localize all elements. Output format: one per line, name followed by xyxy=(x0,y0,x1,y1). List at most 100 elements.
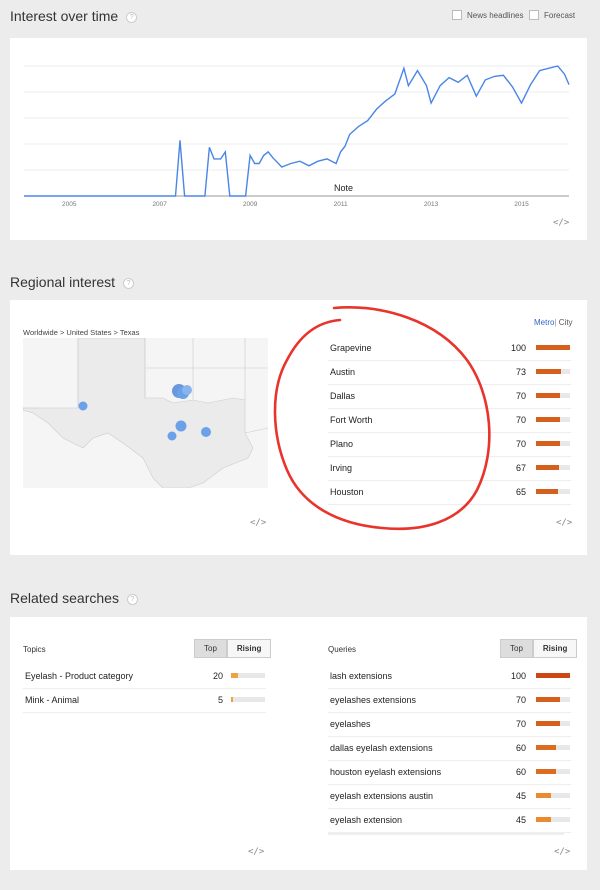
item-value: 70 xyxy=(515,719,526,729)
value-bar-fill xyxy=(536,673,570,678)
item-value: 45 xyxy=(515,791,526,801)
map-bubble xyxy=(201,427,211,437)
help-icon[interactable]: ? xyxy=(126,11,138,23)
embed-icon[interactable]: </> xyxy=(553,218,569,228)
x-tick-label: 2015 xyxy=(514,201,529,208)
related-card: Topics Top Rising Eyelash - Product cate… xyxy=(10,617,587,870)
item-value: 65 xyxy=(515,487,526,497)
city-link[interactable]: City xyxy=(559,318,573,327)
chart-grid xyxy=(24,65,569,197)
breadcrumb[interactable]: Worldwide > United States > Texas xyxy=(23,328,139,337)
value-bar-fill xyxy=(536,697,560,702)
checkbox-box[interactable] xyxy=(529,10,539,20)
item-value: 70 xyxy=(515,391,526,401)
list-item[interactable]: eyelash extensions austin 45 xyxy=(328,784,571,809)
value-bar-fill xyxy=(536,769,557,774)
value-bar xyxy=(536,793,570,798)
item-label: eyelash extension xyxy=(330,815,403,825)
map-bubble xyxy=(182,385,192,395)
value-bar-fill xyxy=(536,745,557,750)
forecast-checkbox[interactable]: Forecast xyxy=(529,10,575,20)
rising-tab[interactable]: Rising xyxy=(532,639,578,658)
item-value: 100 xyxy=(510,343,526,353)
item-label: eyelashes extensions xyxy=(330,695,417,705)
embed-icon[interactable]: </> xyxy=(554,847,570,857)
regional-card: Worldwide > United States > Texas </> Me… xyxy=(10,300,587,555)
value-bar-fill xyxy=(536,465,559,470)
value-bar xyxy=(536,769,570,774)
metro-link[interactable]: Metro xyxy=(534,318,554,327)
value-bar-fill xyxy=(231,673,238,678)
value-bar xyxy=(536,345,570,350)
interest-card: 2005 2007 2009 2011 2013 2015 Note </> xyxy=(10,38,587,240)
value-bar xyxy=(536,721,570,726)
value-bar-fill xyxy=(536,489,559,494)
value-bar xyxy=(536,697,570,702)
regional-title: Regional interest? xyxy=(10,274,135,290)
x-tick-label: 2009 xyxy=(243,201,258,208)
x-tick-label: 2011 xyxy=(334,201,348,208)
value-bar-fill xyxy=(536,345,570,350)
item-value: 100 xyxy=(510,671,526,681)
list-item[interactable]: Mink - Animal 5 xyxy=(23,688,266,713)
topics-toggle: Top Rising xyxy=(194,639,272,658)
value-bar xyxy=(536,465,570,470)
item-value: 45 xyxy=(515,815,526,825)
value-bar xyxy=(536,393,570,398)
item-value: 5 xyxy=(217,695,223,705)
embed-icon[interactable]: </> xyxy=(248,847,264,857)
value-bar-fill xyxy=(536,417,560,422)
checkbox-box[interactable] xyxy=(452,10,462,20)
x-tick-label: 2013 xyxy=(424,201,439,208)
help-icon[interactable]: ? xyxy=(126,593,138,605)
value-bar-fill xyxy=(536,793,552,798)
list-item[interactable]: eyelashes 70 xyxy=(328,712,571,737)
list-item[interactable]: Eyelash - Product category 20 xyxy=(23,664,266,689)
help-icon[interactable]: ? xyxy=(123,277,135,289)
list-item[interactable]: houston eyelash extensions 60 xyxy=(328,760,571,785)
series-line xyxy=(24,65,570,197)
top-tab[interactable]: Top xyxy=(500,639,533,658)
list-item[interactable]: eyelash extension 45 xyxy=(328,808,571,833)
rising-tab[interactable]: Rising xyxy=(226,639,272,658)
top-tab[interactable]: Top xyxy=(194,639,227,658)
value-bar xyxy=(536,673,570,678)
value-bar-fill xyxy=(231,697,233,702)
texas-map[interactable] xyxy=(23,338,268,488)
item-value: 70 xyxy=(515,695,526,705)
note-marker[interactable]: Note xyxy=(334,183,353,193)
queries-toggle: Top Rising xyxy=(500,639,578,658)
scrollbar[interactable] xyxy=(328,833,564,835)
item-value: 73 xyxy=(515,367,526,377)
item-value: 70 xyxy=(515,439,526,449)
embed-icon[interactable]: </> xyxy=(556,518,572,528)
value-bar-fill xyxy=(536,721,560,726)
list-item[interactable]: eyelashes extensions 70 xyxy=(328,688,571,713)
item-label: lash extensions xyxy=(330,671,393,681)
metro-city-toggle: Metro| City xyxy=(534,318,573,327)
value-bar xyxy=(536,417,570,422)
map-bubble xyxy=(167,431,177,441)
value-bar xyxy=(231,673,265,678)
value-bar-fill xyxy=(536,817,552,822)
news-headlines-checkbox[interactable]: News headlines xyxy=(452,10,523,20)
item-label: Eyelash - Product category xyxy=(25,671,134,681)
list-item[interactable]: lash extensions 100 xyxy=(328,664,571,689)
value-bar xyxy=(536,489,570,494)
value-bar xyxy=(231,697,265,702)
value-bar xyxy=(536,817,570,822)
item-label: dallas eyelash extensions xyxy=(330,743,433,753)
item-value: 60 xyxy=(515,743,526,753)
chart-x-ticks: 2005 2007 2009 2011 2013 2015 xyxy=(62,201,529,208)
related-title: Related searches? xyxy=(10,590,138,606)
item-value: 67 xyxy=(515,463,526,473)
value-bar xyxy=(536,369,570,374)
list-item[interactable]: dallas eyelash extensions 60 xyxy=(328,736,571,761)
value-bar-fill xyxy=(536,441,560,446)
item-value: 60 xyxy=(515,767,526,777)
item-value: 20 xyxy=(212,671,223,681)
item-label: Mink - Animal xyxy=(25,695,80,705)
interest-title: Interest over time? xyxy=(10,8,138,24)
item-label: eyelash extensions austin xyxy=(330,791,434,801)
value-bar xyxy=(536,441,570,446)
